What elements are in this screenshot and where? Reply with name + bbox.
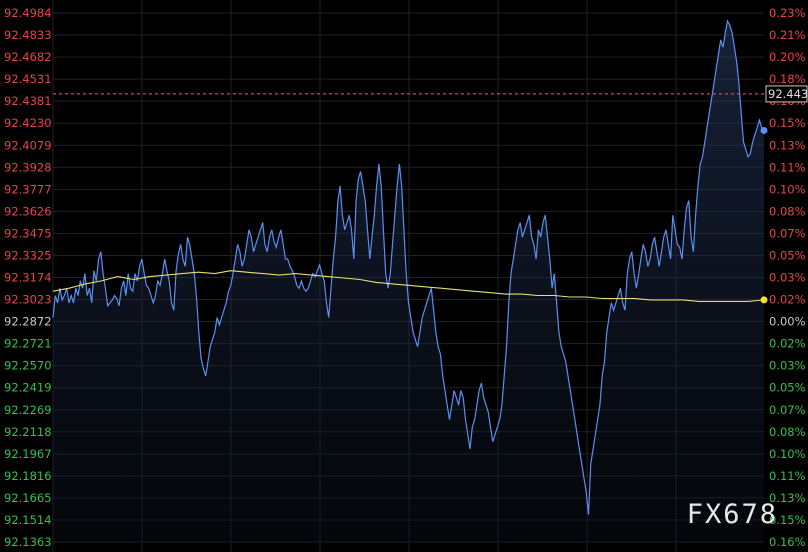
left-tick-label: 92.3325 (4, 248, 52, 262)
right-tick-label: 0.16% (769, 535, 806, 549)
left-tick-label: 92.4381 (4, 94, 52, 108)
right-tick-label: 0.08% (769, 425, 806, 439)
left-tick-label: 92.2872 (4, 315, 52, 329)
right-tick-label: 0.07% (769, 226, 806, 240)
left-tick-label: 92.2721 (4, 337, 52, 351)
left-tick-label: 92.4682 (4, 50, 52, 64)
right-tick-label: 0.10% (769, 182, 806, 196)
left-tick-label: 92.4833 (4, 28, 52, 42)
left-tick-label: 92.4984 (4, 6, 52, 20)
left-tick-label: 92.3777 (4, 182, 52, 196)
right-tick-label: 0.15% (769, 116, 806, 130)
left-tick-label: 92.2570 (4, 359, 52, 373)
left-tick-label: 92.3174 (4, 271, 52, 285)
left-tick-label: 92.1967 (4, 447, 52, 461)
current-price-marker: 92.443 (53, 85, 808, 103)
left-tick-label: 92.4079 (4, 138, 52, 152)
right-tick-label: 0.03% (769, 271, 806, 285)
right-tick-label: 0.02% (769, 293, 806, 307)
left-tick-label: 92.1665 (4, 491, 52, 505)
right-tick-label: 0.03% (769, 359, 806, 373)
left-tick-label: 92.3023 (4, 293, 52, 307)
left-price-axis: 92.4984 92.4833 92.4682 92.4531 92.4381 92.42… (4, 6, 52, 549)
right-tick-label: 0.13% (769, 138, 806, 152)
right-tick-label: 0.05% (769, 381, 806, 395)
right-tick-label: 0.02% (769, 337, 806, 351)
left-tick-label: 92.3626 (4, 204, 52, 218)
right-tick-label: 0.21% (769, 28, 806, 42)
right-tick-label: 0.07% (769, 403, 806, 417)
price-chart: 92.4984 92.4833 92.4682 92.4531 92.4381 92.42… (4, 0, 808, 552)
average-end-dot (760, 296, 768, 304)
left-tick-label: 92.2269 (4, 403, 52, 417)
left-tick-label: 92.1363 (4, 535, 52, 549)
left-tick-label: 92.3928 (4, 160, 52, 174)
right-tick-label: 0.23% (769, 6, 806, 20)
left-tick-label: 92.1816 (4, 469, 52, 483)
left-tick-label: 92.1514 (4, 513, 52, 527)
current-price-label: 92.443 (768, 87, 808, 101)
left-tick-label: 92.4531 (4, 72, 52, 86)
right-tick-label: 0.00% (769, 315, 806, 329)
left-tick-label: 92.4230 (4, 116, 52, 130)
right-tick-label: 0.11% (769, 160, 806, 174)
right-tick-label: 0.20% (769, 50, 806, 64)
right-tick-label: 0.08% (769, 204, 806, 218)
left-tick-label: 92.3475 (4, 226, 52, 240)
left-tick-label: 92.2118 (4, 425, 52, 439)
right-tick-label: 0.11% (769, 469, 806, 483)
watermark-logo: FX678 (686, 499, 778, 530)
right-tick-label: 0.10% (769, 447, 806, 461)
left-tick-label: 92.2419 (4, 381, 52, 395)
right-tick-label: 0.05% (769, 248, 806, 262)
price-end-dot (760, 126, 768, 134)
right-tick-label: 0.18% (769, 72, 806, 86)
